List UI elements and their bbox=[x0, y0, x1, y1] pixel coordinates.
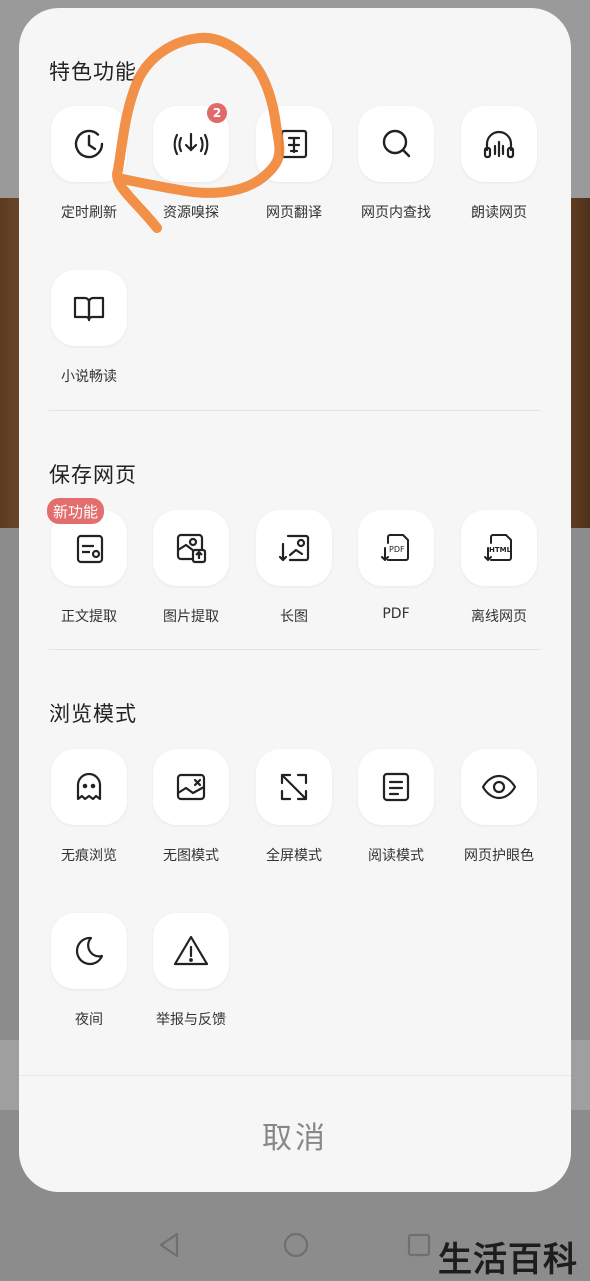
tile-label: 阅读模式 bbox=[368, 848, 424, 864]
tile-eye-care[interactable]: 网页护眼色 bbox=[449, 749, 549, 879]
eye-icon bbox=[461, 749, 537, 825]
moon-icon bbox=[51, 913, 127, 989]
tile-night-mode[interactable]: 夜间 bbox=[39, 913, 139, 1043]
tile-label: 资源嗅探 bbox=[163, 205, 219, 221]
tile-long-image[interactable]: 长图 bbox=[244, 510, 344, 640]
html-icon: HTML bbox=[461, 510, 537, 586]
tile-text-extract[interactable]: 新功能 正文提取 bbox=[39, 498, 139, 640]
tile-label: 夜间 bbox=[75, 1012, 103, 1028]
tile-label: 朗读网页 bbox=[471, 205, 527, 221]
fullscreen-icon bbox=[256, 749, 332, 825]
tile-label: 定时刷新 bbox=[61, 205, 117, 221]
tile-read-aloud[interactable]: 朗读网页 bbox=[449, 106, 549, 236]
home-icon[interactable] bbox=[281, 1230, 311, 1260]
translate-icon bbox=[256, 106, 332, 182]
tile-resource-sniff[interactable]: 2 资源嗅探 bbox=[141, 103, 241, 236]
cancel-area: 取消 bbox=[19, 1075, 571, 1192]
warning-icon bbox=[153, 913, 229, 989]
tile-pdf[interactable]: PDF PDF bbox=[346, 510, 446, 640]
divider bbox=[49, 649, 541, 650]
clock-refresh-icon bbox=[51, 106, 127, 182]
tile-novel-reading[interactable]: 小说畅读 bbox=[39, 270, 139, 400]
tile-label: 离线网页 bbox=[471, 609, 527, 625]
tile-translate[interactable]: 网页翻译 bbox=[244, 106, 344, 236]
section-title-save: 保存网页 bbox=[49, 463, 137, 487]
tile-find-in-page[interactable]: 网页内查找 bbox=[346, 106, 446, 236]
back-icon[interactable] bbox=[155, 1230, 183, 1260]
tile-timed-refresh[interactable]: 定时刷新 bbox=[39, 106, 139, 236]
tile-report-feedback[interactable]: 举报与反馈 bbox=[141, 913, 241, 1043]
tile-label: 小说畅读 bbox=[61, 369, 117, 385]
tile-label: 举报与反馈 bbox=[156, 1012, 226, 1028]
divider bbox=[49, 410, 541, 411]
svg-text:PDF: PDF bbox=[389, 545, 405, 554]
tile-no-image-mode[interactable]: 无图模式 bbox=[141, 749, 241, 879]
notification-badge: 2 bbox=[207, 103, 227, 123]
reading-mode-icon bbox=[358, 749, 434, 825]
tile-offline-page[interactable]: HTML 离线网页 bbox=[449, 510, 549, 640]
book-icon bbox=[51, 270, 127, 346]
no-image-icon bbox=[153, 749, 229, 825]
tile-reading-mode[interactable]: 阅读模式 bbox=[346, 749, 446, 879]
cancel-button[interactable]: 取消 bbox=[256, 1112, 334, 1158]
section-title-featured: 特色功能 bbox=[49, 60, 137, 84]
tile-label: 无痕浏览 bbox=[61, 848, 117, 864]
watermark-logo: 生活百科 bbox=[438, 1240, 578, 1280]
tile-fullscreen[interactable]: 全屏模式 bbox=[244, 749, 344, 879]
tile-label: 正文提取 bbox=[61, 609, 117, 625]
ghost-icon bbox=[51, 749, 127, 825]
svg-text:HTML: HTML bbox=[489, 546, 512, 554]
new-feature-tag: 新功能 bbox=[47, 498, 105, 524]
recents-icon[interactable] bbox=[406, 1230, 432, 1260]
section-title-browse: 浏览模式 bbox=[49, 702, 137, 726]
sniff-icon: 2 bbox=[153, 103, 229, 182]
tile-label: 无图模式 bbox=[163, 848, 219, 864]
search-icon bbox=[358, 106, 434, 182]
menu-sheet: 特色功能 定时刷新 2 资源嗅探 网页翻译 网页内查找 朗读网页 小说畅读 保存… bbox=[19, 8, 571, 1192]
tile-label: PDF bbox=[382, 606, 410, 622]
long-image-icon bbox=[256, 510, 332, 586]
tile-label: 长图 bbox=[280, 609, 308, 625]
tile-label: 全屏模式 bbox=[266, 848, 322, 864]
tile-image-extract[interactable]: 图片提取 bbox=[141, 510, 241, 640]
tile-label: 图片提取 bbox=[163, 609, 219, 625]
image-extract-icon bbox=[153, 510, 229, 586]
tile-incognito[interactable]: 无痕浏览 bbox=[39, 749, 139, 879]
tile-label: 网页翻译 bbox=[266, 205, 322, 221]
tile-label: 网页护眼色 bbox=[464, 848, 534, 864]
pdf-icon: PDF bbox=[358, 510, 434, 586]
headphones-icon bbox=[461, 106, 537, 182]
tile-label: 网页内查找 bbox=[361, 205, 431, 221]
